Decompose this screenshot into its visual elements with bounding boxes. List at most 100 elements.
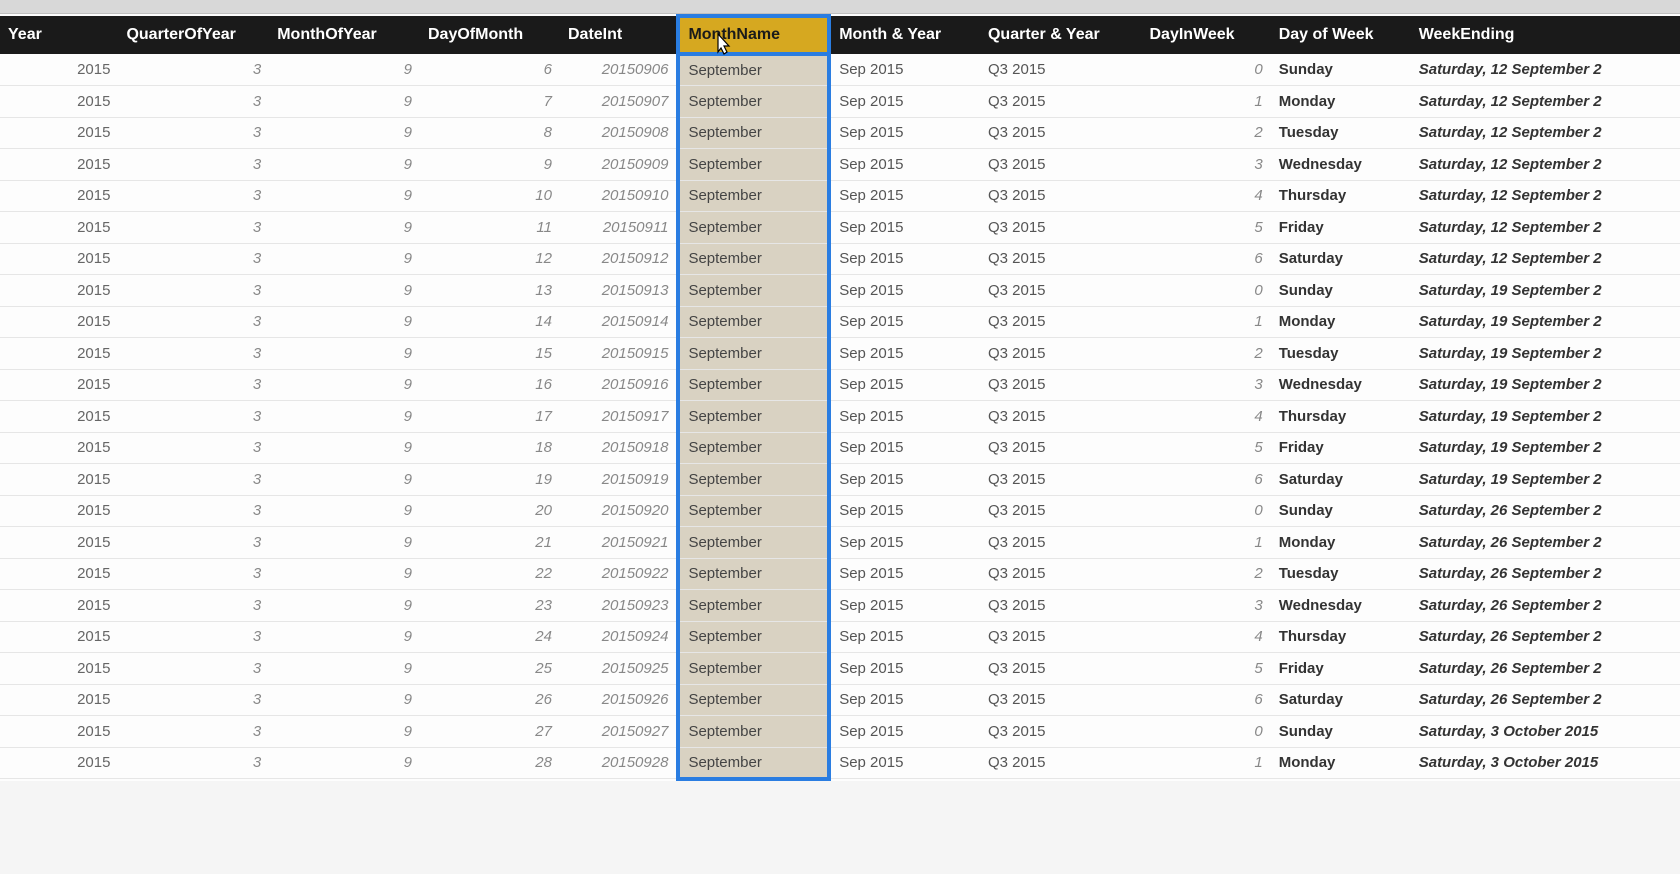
table-row[interactable]: 2015391720150917SeptemberSep 2015Q3 2015… xyxy=(0,401,1680,433)
cell-quarterofyear[interactable]: 3 xyxy=(118,495,269,527)
cell-dateint[interactable]: 20150928 xyxy=(560,747,678,779)
cell-monthofyear[interactable]: 9 xyxy=(269,243,420,275)
cell-dayofweek[interactable]: Thursday xyxy=(1271,621,1411,653)
cell-monthname[interactable]: September xyxy=(678,180,829,212)
cell-monthofyear[interactable]: 9 xyxy=(269,180,420,212)
cell-year[interactable]: 2015 xyxy=(0,306,118,338)
table-row[interactable]: 2015392720150927SeptemberSep 2015Q3 2015… xyxy=(0,716,1680,748)
cell-year[interactable]: 2015 xyxy=(0,527,118,559)
cell-monthyear[interactable]: Sep 2015 xyxy=(829,243,980,275)
column-header-monthofyear[interactable]: MonthOfYear xyxy=(269,16,420,54)
table-row[interactable]: 201539720150907SeptemberSep 2015Q3 20151… xyxy=(0,86,1680,118)
cell-quarteryear[interactable]: Q3 2015 xyxy=(980,401,1142,433)
cell-dayofmonth[interactable]: 9 xyxy=(420,149,560,181)
cell-dayinweek[interactable]: 0 xyxy=(1142,275,1271,307)
table-row[interactable]: 2015392620150926SeptemberSep 2015Q3 2015… xyxy=(0,684,1680,716)
column-header-year[interactable]: Year xyxy=(0,16,118,54)
cell-year[interactable]: 2015 xyxy=(0,558,118,590)
cell-year[interactable]: 2015 xyxy=(0,621,118,653)
cell-monthname[interactable]: September xyxy=(678,495,829,527)
cell-monthname[interactable]: September xyxy=(678,684,829,716)
cell-quarterofyear[interactable]: 3 xyxy=(118,117,269,149)
cell-dayofweek[interactable]: Friday xyxy=(1271,212,1411,244)
cell-dayofweek[interactable]: Tuesday xyxy=(1271,338,1411,370)
cell-monthyear[interactable]: Sep 2015 xyxy=(829,653,980,685)
cell-year[interactable]: 2015 xyxy=(0,590,118,622)
cell-weekending[interactable]: Saturday, 12 September 2 xyxy=(1411,117,1680,149)
cell-monthname[interactable]: September xyxy=(678,716,829,748)
cell-dayofmonth[interactable]: 25 xyxy=(420,653,560,685)
cell-dayinweek[interactable]: 1 xyxy=(1142,747,1271,779)
cell-dayofmonth[interactable]: 21 xyxy=(420,527,560,559)
cell-monthyear[interactable]: Sep 2015 xyxy=(829,432,980,464)
cell-monthyear[interactable]: Sep 2015 xyxy=(829,747,980,779)
cell-weekending[interactable]: Saturday, 26 September 2 xyxy=(1411,590,1680,622)
cell-quarterofyear[interactable]: 3 xyxy=(118,590,269,622)
cell-monthname[interactable]: September xyxy=(678,369,829,401)
cell-monthofyear[interactable]: 9 xyxy=(269,86,420,118)
cell-monthofyear[interactable]: 9 xyxy=(269,590,420,622)
cell-dayinweek[interactable]: 4 xyxy=(1142,180,1271,212)
cell-dateint[interactable]: 20150922 xyxy=(560,558,678,590)
cell-dayinweek[interactable]: 2 xyxy=(1142,117,1271,149)
cell-dayofmonth[interactable]: 15 xyxy=(420,338,560,370)
cell-monthname[interactable]: September xyxy=(678,621,829,653)
table-row[interactable]: 2015392820150928SeptemberSep 2015Q3 2015… xyxy=(0,747,1680,779)
cell-weekending[interactable]: Saturday, 12 September 2 xyxy=(1411,243,1680,275)
cell-quarteryear[interactable]: Q3 2015 xyxy=(980,432,1142,464)
cell-quarterofyear[interactable]: 3 xyxy=(118,369,269,401)
cell-monthofyear[interactable]: 9 xyxy=(269,558,420,590)
cell-quarterofyear[interactable]: 3 xyxy=(118,180,269,212)
table-row[interactable]: 2015391820150918SeptemberSep 2015Q3 2015… xyxy=(0,432,1680,464)
cell-monthname[interactable]: September xyxy=(678,86,829,118)
cell-dayofmonth[interactable]: 8 xyxy=(420,117,560,149)
cell-monthofyear[interactable]: 9 xyxy=(269,464,420,496)
table-row[interactable]: 2015391620150916SeptemberSep 2015Q3 2015… xyxy=(0,369,1680,401)
cell-monthname[interactable]: September xyxy=(678,117,829,149)
cell-quarteryear[interactable]: Q3 2015 xyxy=(980,369,1142,401)
cell-weekending[interactable]: Saturday, 3 October 2015 xyxy=(1411,716,1680,748)
cell-weekending[interactable]: Saturday, 19 September 2 xyxy=(1411,369,1680,401)
cell-dayofweek[interactable]: Monday xyxy=(1271,747,1411,779)
cell-monthyear[interactable]: Sep 2015 xyxy=(829,621,980,653)
cell-quarterofyear[interactable]: 3 xyxy=(118,527,269,559)
cell-dayinweek[interactable]: 0 xyxy=(1142,716,1271,748)
cell-monthname[interactable]: September xyxy=(678,149,829,181)
cell-monthname[interactable]: September xyxy=(678,401,829,433)
cell-dayinweek[interactable]: 0 xyxy=(1142,54,1271,86)
cell-dateint[interactable]: 20150913 xyxy=(560,275,678,307)
cell-monthyear[interactable]: Sep 2015 xyxy=(829,369,980,401)
table-row[interactable]: 2015391320150913SeptemberSep 2015Q3 2015… xyxy=(0,275,1680,307)
cell-quarterofyear[interactable]: 3 xyxy=(118,432,269,464)
cell-weekending[interactable]: Saturday, 26 September 2 xyxy=(1411,527,1680,559)
cell-monthofyear[interactable]: 9 xyxy=(269,212,420,244)
column-header-quarteryear[interactable]: Quarter & Year xyxy=(980,16,1142,54)
cell-dateint[interactable]: 20150911 xyxy=(560,212,678,244)
cell-monthname[interactable]: September xyxy=(678,527,829,559)
table-row[interactable]: 2015392320150923SeptemberSep 2015Q3 2015… xyxy=(0,590,1680,622)
table-row[interactable]: 2015392520150925SeptemberSep 2015Q3 2015… xyxy=(0,653,1680,685)
cell-dayofmonth[interactable]: 17 xyxy=(420,401,560,433)
cell-weekending[interactable]: Saturday, 19 September 2 xyxy=(1411,338,1680,370)
cell-dayofmonth[interactable]: 16 xyxy=(420,369,560,401)
cell-dayofmonth[interactable]: 19 xyxy=(420,464,560,496)
cell-year[interactable]: 2015 xyxy=(0,464,118,496)
cell-dayofmonth[interactable]: 14 xyxy=(420,306,560,338)
cell-quarterofyear[interactable]: 3 xyxy=(118,558,269,590)
cell-dayinweek[interactable]: 1 xyxy=(1142,86,1271,118)
cell-dayofweek[interactable]: Thursday xyxy=(1271,401,1411,433)
cell-year[interactable]: 2015 xyxy=(0,275,118,307)
cell-dayofmonth[interactable]: 6 xyxy=(420,54,560,86)
cell-weekending[interactable]: Saturday, 12 September 2 xyxy=(1411,180,1680,212)
table-row[interactable]: 2015391920150919SeptemberSep 2015Q3 2015… xyxy=(0,464,1680,496)
cell-dateint[interactable]: 20150915 xyxy=(560,338,678,370)
cell-dateint[interactable]: 20150924 xyxy=(560,621,678,653)
cell-dateint[interactable]: 20150925 xyxy=(560,653,678,685)
cell-dayofmonth[interactable]: 11 xyxy=(420,212,560,244)
cell-year[interactable]: 2015 xyxy=(0,243,118,275)
cell-year[interactable]: 2015 xyxy=(0,180,118,212)
cell-quarterofyear[interactable]: 3 xyxy=(118,212,269,244)
cell-weekending[interactable]: Saturday, 19 September 2 xyxy=(1411,401,1680,433)
cell-dayofmonth[interactable]: 20 xyxy=(420,495,560,527)
cell-dateint[interactable]: 20150923 xyxy=(560,590,678,622)
